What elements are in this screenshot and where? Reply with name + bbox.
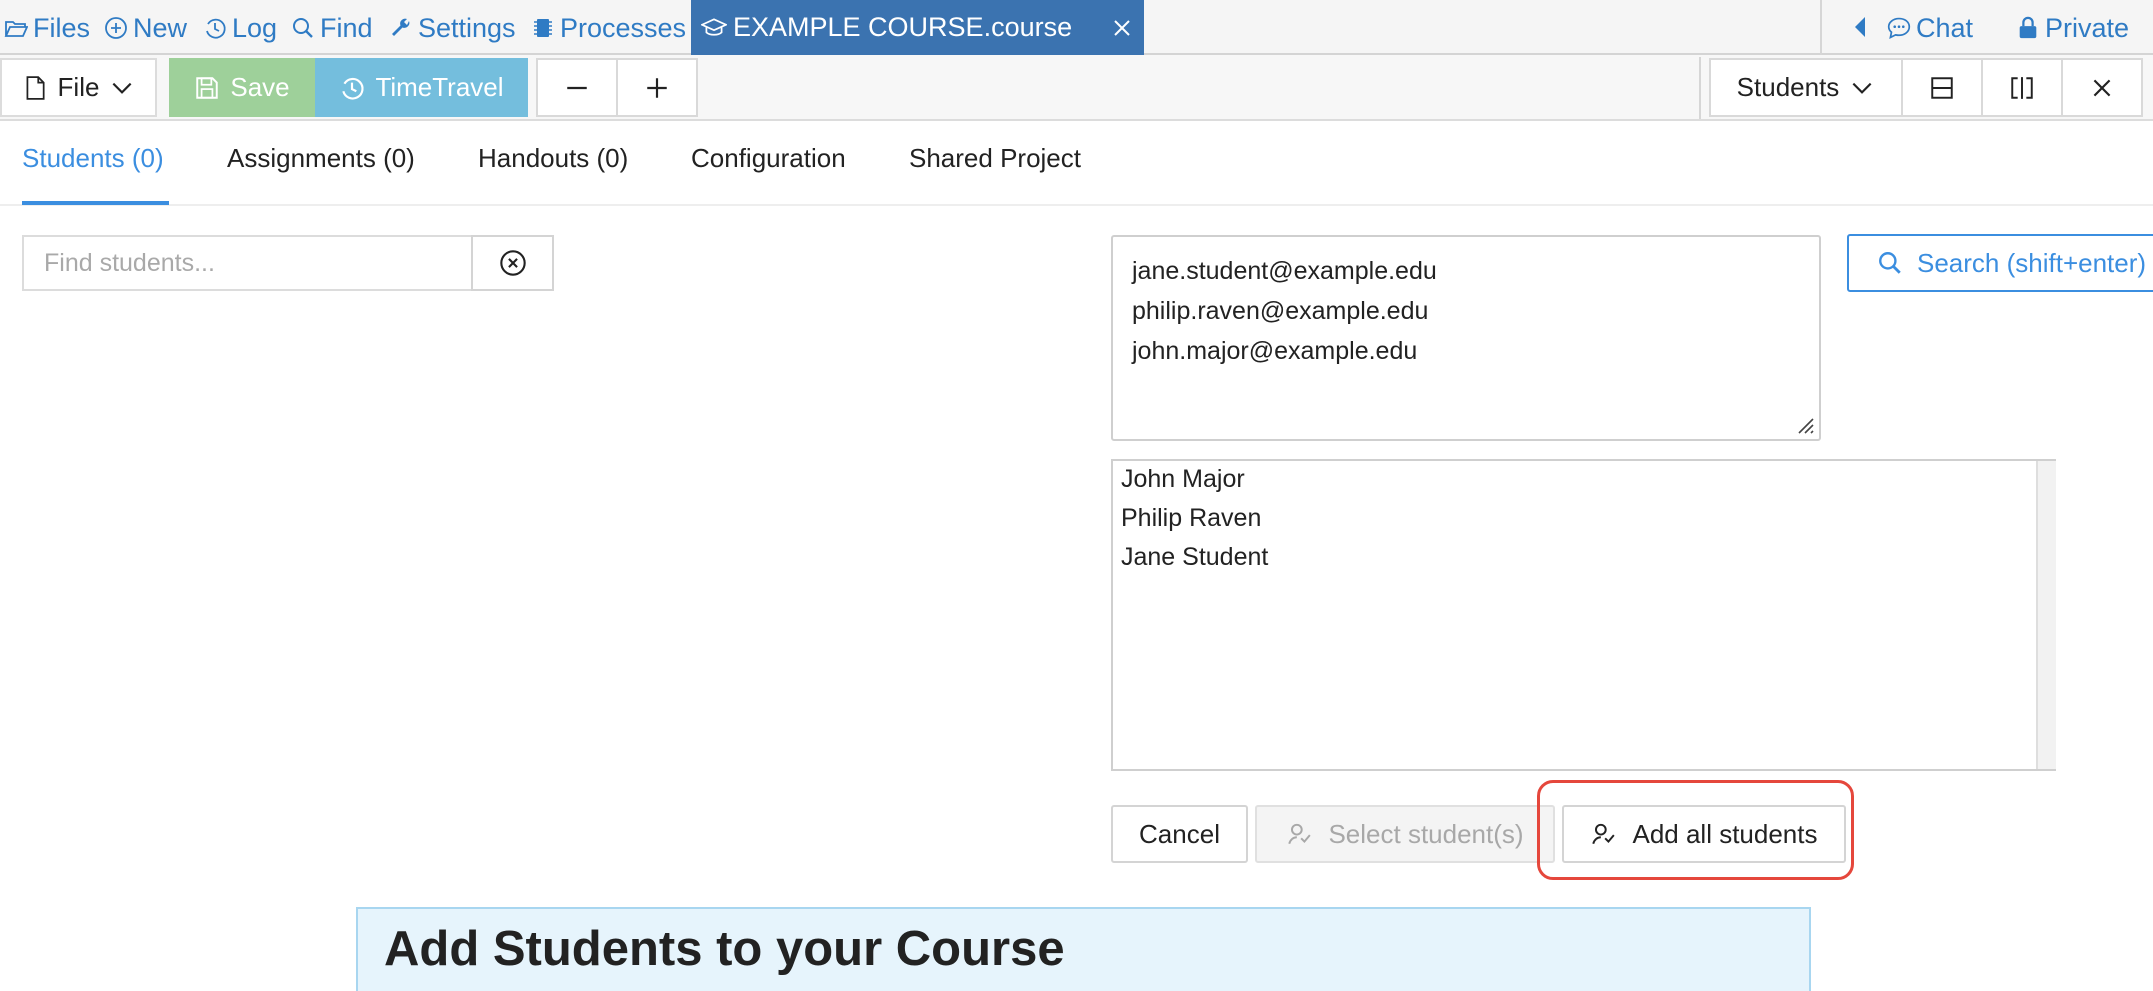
active-file-tab[interactable]: EXAMPLE COURSE.course [691, 0, 1144, 55]
list-item[interactable]: Philip Raven [1121, 504, 1261, 533]
search-students-button[interactable]: Search (shift+enter) [1847, 234, 2153, 292]
student-emails-textarea[interactable]: jane.student@example.edu philip.raven@ex… [1111, 235, 1821, 441]
highlight-annotation [1537, 780, 1854, 880]
private-button[interactable]: Private [2016, 10, 2129, 46]
chat-label: Chat [1916, 12, 1974, 43]
search-button-label: Search (shift+enter) [1917, 247, 2147, 278]
split-horizontal-button[interactable] [1901, 58, 1983, 117]
close-circle-icon [499, 249, 527, 277]
private-label: Private [2045, 12, 2130, 43]
search-icon [291, 16, 315, 40]
frame-type-dropdown[interactable]: Students [1709, 58, 1903, 117]
info-title: Add Students to your Course [384, 922, 1065, 976]
user-add-icon [1286, 821, 1312, 847]
nav-new-label: New [133, 12, 188, 43]
nav-processes[interactable]: Processes [531, 10, 686, 46]
graduation-cap-icon [701, 15, 727, 41]
chat-icon [1887, 16, 1911, 40]
select-students-button[interactable]: Select student(s) [1255, 805, 1555, 863]
close-icon [2089, 75, 2115, 101]
caret-left-icon[interactable] [1853, 15, 1867, 39]
nav-find-label: Find [320, 12, 373, 43]
wrench-icon [389, 16, 413, 40]
zoom-out-button[interactable] [536, 58, 618, 117]
tab-assignments[interactable]: Assignments (0) [227, 143, 415, 183]
tab-students[interactable]: Students (0) [22, 143, 164, 183]
file-menu-label: File [57, 72, 100, 102]
minus-icon [564, 75, 590, 101]
save-icon [194, 75, 220, 101]
timetravel-button[interactable]: TimeTravel [315, 58, 528, 117]
frame-type-label: Students [1736, 72, 1840, 102]
tab-shared-project[interactable]: Shared Project [909, 143, 1081, 183]
toolbar-divider [1699, 57, 1701, 119]
list-item[interactable]: Jane Student [1121, 543, 1268, 572]
folder-open-icon [4, 16, 28, 40]
nav-settings[interactable]: Settings [389, 10, 516, 46]
resize-handle-icon[interactable] [1793, 413, 1815, 435]
clear-search-button[interactable] [471, 235, 554, 291]
split-vertical-button[interactable] [1981, 58, 2063, 117]
timetravel-label: TimeTravel [375, 72, 504, 102]
results-scrollbar[interactable] [2036, 461, 2056, 769]
find-students-input[interactable] [22, 235, 472, 291]
editor-toolbar: File Save TimeTravel Students [0, 55, 2153, 121]
email-line: philip.raven@example.edu [1132, 297, 1429, 325]
select-students-label: Select student(s) [1328, 818, 1524, 849]
nav-settings-label: Settings [418, 12, 516, 43]
chat-button[interactable]: Chat [1887, 10, 1973, 46]
chevron-down-icon [109, 75, 135, 101]
tab-configuration[interactable]: Configuration [691, 143, 846, 183]
info-panel: Add Students to your Course [356, 907, 1811, 991]
nav-new[interactable]: New [104, 10, 187, 46]
save-label: Save [230, 72, 290, 102]
email-line: jane.student@example.edu [1132, 257, 1437, 285]
email-line: john.major@example.edu [1132, 337, 1418, 365]
search-icon [1877, 250, 1903, 276]
file-icon [22, 75, 48, 101]
nav-right-group: Chat Private [1820, 0, 2153, 55]
search-results-list[interactable]: John Major Philip Raven Jane Student [1111, 459, 2056, 771]
save-button[interactable]: Save [169, 58, 315, 117]
active-tab-title: EXAMPLE COURSE.course [733, 12, 1073, 42]
history-icon [339, 75, 365, 101]
zoom-in-button[interactable] [616, 58, 698, 117]
top-nav-bar: Files New Log Find Settings Processes EX… [0, 0, 2153, 55]
list-item[interactable]: John Major [1121, 465, 1245, 494]
nav-files-label: Files [33, 12, 91, 43]
tab-handouts[interactable]: Handouts (0) [478, 143, 628, 183]
chevron-down-icon [1849, 75, 1875, 101]
nav-files[interactable]: Files [4, 10, 90, 46]
nav-log[interactable]: Log [203, 10, 277, 46]
active-tab-indicator [22, 201, 169, 205]
nav-find[interactable]: Find [291, 10, 373, 46]
file-menu-button[interactable]: File [0, 58, 157, 117]
tabs-divider [0, 204, 2153, 206]
close-icon[interactable] [1110, 16, 1134, 40]
chip-icon [531, 16, 555, 40]
history-icon [203, 16, 227, 40]
split-vertical-icon [2009, 75, 2035, 101]
plus-icon [644, 75, 670, 101]
split-horizontal-icon [1929, 75, 1955, 101]
close-frame-button[interactable] [2061, 58, 2143, 117]
cancel-button[interactable]: Cancel [1111, 805, 1248, 863]
nav-processes-label: Processes [560, 12, 687, 43]
lock-icon [2016, 16, 2040, 40]
cancel-label: Cancel [1139, 818, 1220, 849]
nav-log-label: Log [232, 12, 278, 43]
plus-circle-icon [104, 16, 128, 40]
